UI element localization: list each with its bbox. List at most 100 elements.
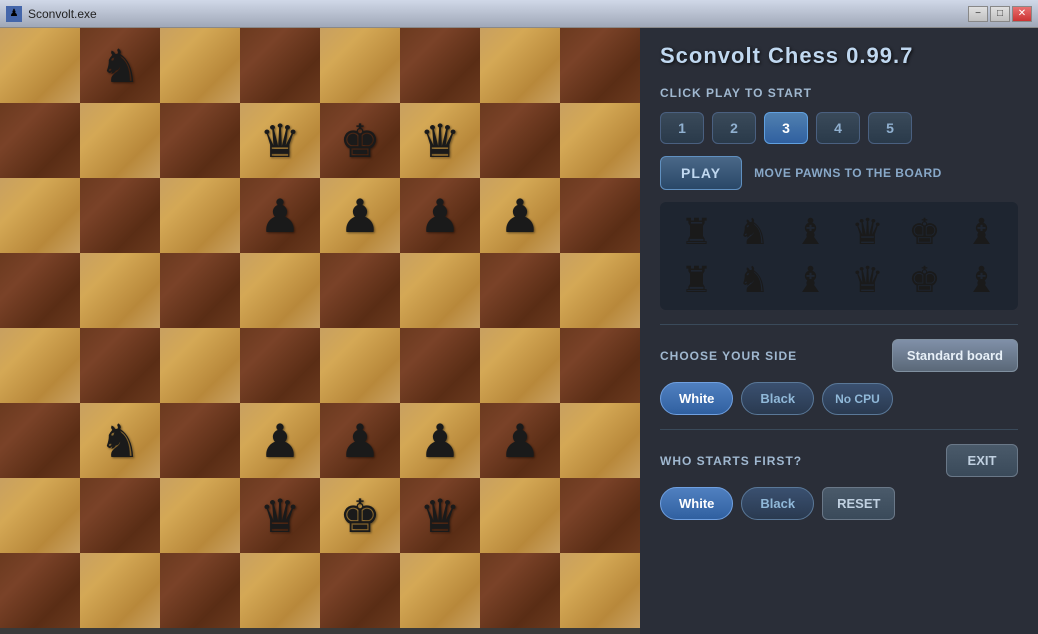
cell-2-3[interactable]: ♟	[240, 178, 320, 253]
cell-0-6[interactable]	[480, 28, 560, 103]
cell-3-4[interactable]	[320, 253, 400, 328]
cell-5-6[interactable]: ♟	[480, 403, 560, 478]
cell-4-0[interactable]	[0, 328, 80, 403]
cell-3-7[interactable]	[560, 253, 640, 328]
cell-2-1[interactable]	[80, 178, 160, 253]
cell-0-2[interactable]	[160, 28, 240, 103]
cell-5-0[interactable]	[0, 403, 80, 478]
cell-4-6[interactable]	[480, 328, 560, 403]
cell-0-7[interactable]	[560, 28, 640, 103]
palette-king-2[interactable]: ♚	[900, 258, 950, 302]
piece-2-3: ♟	[259, 193, 300, 239]
cell-5-1[interactable]: ♞	[80, 403, 160, 478]
cell-3-3[interactable]	[240, 253, 320, 328]
palette-rook-1[interactable]: ♜	[672, 210, 722, 254]
cell-7-1[interactable]	[80, 553, 160, 628]
cell-4-1[interactable]	[80, 328, 160, 403]
piece-5-5: ♟	[419, 418, 460, 464]
cell-0-4[interactable]	[320, 28, 400, 103]
cell-1-0[interactable]	[0, 103, 80, 178]
cell-0-0[interactable]	[0, 28, 80, 103]
cell-1-4[interactable]: ♚	[320, 103, 400, 178]
cell-6-0[interactable]	[0, 478, 80, 553]
cell-2-5[interactable]: ♟	[400, 178, 480, 253]
cell-6-1[interactable]	[80, 478, 160, 553]
cell-7-4[interactable]	[320, 553, 400, 628]
piece-6-4: ♚	[339, 493, 380, 539]
cell-7-2[interactable]	[160, 553, 240, 628]
white-start-button[interactable]: White	[660, 487, 733, 520]
cell-5-4[interactable]: ♟	[320, 403, 400, 478]
palette-king-1[interactable]: ♚	[900, 210, 950, 254]
exit-button[interactable]: EXIT	[946, 444, 1018, 477]
cell-3-1[interactable]	[80, 253, 160, 328]
cell-5-7[interactable]	[560, 403, 640, 478]
cell-1-3[interactable]: ♛	[240, 103, 320, 178]
cell-7-0[interactable]	[0, 553, 80, 628]
cell-2-4[interactable]: ♟	[320, 178, 400, 253]
cell-0-5[interactable]	[400, 28, 480, 103]
diff-btn-4[interactable]: 4	[816, 112, 860, 144]
cell-2-7[interactable]	[560, 178, 640, 253]
minimize-button[interactable]: −	[968, 6, 988, 22]
cell-6-7[interactable]	[560, 478, 640, 553]
cell-4-2[interactable]	[160, 328, 240, 403]
no-cpu-button[interactable]: No CPU	[822, 383, 893, 415]
black-side-button[interactable]: Black	[741, 382, 814, 415]
cell-4-7[interactable]	[560, 328, 640, 403]
cell-4-4[interactable]	[320, 328, 400, 403]
diff-btn-2[interactable]: 2	[712, 112, 756, 144]
cell-2-0[interactable]	[0, 178, 80, 253]
cell-5-3[interactable]: ♟	[240, 403, 320, 478]
cell-4-3[interactable]	[240, 328, 320, 403]
cell-2-2[interactable]	[160, 178, 240, 253]
black-start-button[interactable]: Black	[741, 487, 814, 520]
diff-btn-5[interactable]: 5	[868, 112, 912, 144]
piece-5-6: ♟	[499, 418, 540, 464]
palette-knight-1[interactable]: ♞	[729, 210, 779, 254]
diff-btn-1[interactable]: 1	[660, 112, 704, 144]
cell-3-5[interactable]	[400, 253, 480, 328]
palette-knight-2[interactable]: ♞	[729, 258, 779, 302]
cell-7-6[interactable]	[480, 553, 560, 628]
diff-btn-3[interactable]: 3	[764, 112, 808, 144]
cell-4-5[interactable]	[400, 328, 480, 403]
cell-6-6[interactable]	[480, 478, 560, 553]
cell-2-6[interactable]: ♟	[480, 178, 560, 253]
cell-7-3[interactable]	[240, 553, 320, 628]
start-buttons-row: White Black RESET	[660, 487, 1018, 520]
main-content: ♞♛♚♛♟♟♟♟♞♟♟♟♟♛♚♛ Sconvolt Chess 0.99.7 C…	[0, 28, 1038, 634]
cell-6-5[interactable]: ♛	[400, 478, 480, 553]
cell-0-1[interactable]: ♞	[80, 28, 160, 103]
cell-5-5[interactable]: ♟	[400, 403, 480, 478]
cell-1-6[interactable]	[480, 103, 560, 178]
palette-queen-2[interactable]: ♛	[843, 258, 893, 302]
cell-6-3[interactable]: ♛	[240, 478, 320, 553]
reset-button[interactable]: RESET	[822, 487, 895, 520]
cell-0-3[interactable]	[240, 28, 320, 103]
cell-1-7[interactable]	[560, 103, 640, 178]
cell-6-4[interactable]: ♚	[320, 478, 400, 553]
cell-1-2[interactable]	[160, 103, 240, 178]
palette-bishop-2[interactable]: ♝	[957, 210, 1007, 254]
palette-bishop-1[interactable]: ♝	[786, 210, 836, 254]
cell-6-2[interactable]	[160, 478, 240, 553]
play-button[interactable]: PLAY	[660, 156, 742, 190]
cell-3-6[interactable]	[480, 253, 560, 328]
palette-queen-1[interactable]: ♛	[843, 210, 893, 254]
palette-bishop-4[interactable]: ♝	[957, 258, 1007, 302]
cell-1-1[interactable]	[80, 103, 160, 178]
cell-1-5[interactable]: ♛	[400, 103, 480, 178]
standard-board-button[interactable]: Standard board	[892, 339, 1018, 372]
cell-5-2[interactable]	[160, 403, 240, 478]
palette-bishop-3[interactable]: ♝	[786, 258, 836, 302]
cell-7-5[interactable]	[400, 553, 480, 628]
cell-7-7[interactable]	[560, 553, 640, 628]
white-side-button[interactable]: White	[660, 382, 733, 415]
palette-rook-2[interactable]: ♜	[672, 258, 722, 302]
chess-board[interactable]: ♞♛♚♛♟♟♟♟♞♟♟♟♟♛♚♛	[0, 28, 640, 628]
maximize-button[interactable]: □	[990, 6, 1010, 22]
cell-3-2[interactable]	[160, 253, 240, 328]
close-button[interactable]: ✕	[1012, 6, 1032, 22]
cell-3-0[interactable]	[0, 253, 80, 328]
